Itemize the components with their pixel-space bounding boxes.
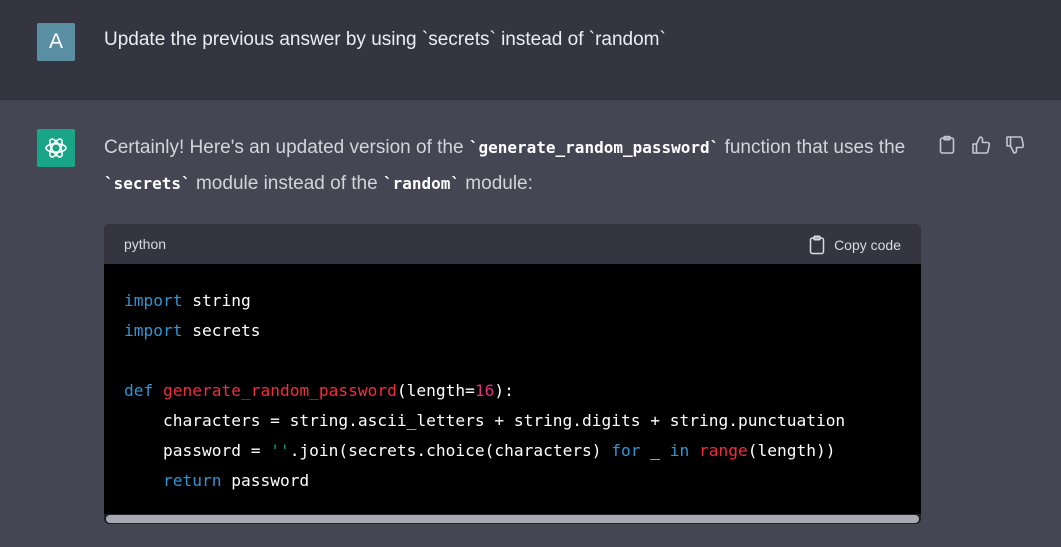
code-token: ): <box>494 381 514 400</box>
code-token: string <box>182 291 251 310</box>
code-token: import <box>124 291 183 310</box>
code-token: '' <box>270 441 290 460</box>
code-token: characters = string.ascii_letters + stri… <box>124 411 846 430</box>
code-token: (length= <box>396 381 475 400</box>
assistant-answer-text: Certainly! Here's an updated version of … <box>104 130 934 202</box>
code-token: in <box>669 441 690 460</box>
answer-text-part: function that uses the <box>719 137 906 158</box>
code-token: range <box>699 441 748 460</box>
code-line: import secrets <box>124 321 260 340</box>
assistant-avatar <box>37 129 75 167</box>
code-block: python Copy code import string import se… <box>104 224 921 524</box>
copy-code-label: Copy code <box>834 237 901 253</box>
code-line: characters = string.ascii_letters + stri… <box>124 411 845 430</box>
user-avatar: A <box>37 23 75 61</box>
code-content: import string import secrets def generat… <box>124 286 845 496</box>
code-token: _ <box>640 441 670 460</box>
code-line: password = ''.join(secrets.choice(charac… <box>124 441 836 460</box>
assistant-message-row: Certainly! Here's an updated version of … <box>0 100 1061 547</box>
openai-logo-icon <box>45 138 67 158</box>
code-token: .join(secrets.choice(characters) <box>289 441 612 460</box>
answer-text-part: module: <box>460 173 533 194</box>
code-token: for <box>611 441 641 460</box>
code-token: generate_random_password <box>163 381 397 400</box>
code-token: 16 <box>474 381 495 400</box>
code-token: import <box>124 321 183 340</box>
thumbs-down-icon[interactable] <box>1004 134 1026 156</box>
code-token: return <box>162 471 222 490</box>
inline-code-random: `random` <box>382 174 461 193</box>
thumbs-up-icon[interactable] <box>970 134 992 156</box>
code-block-header: python Copy code <box>104 224 921 264</box>
clipboard-icon <box>809 235 825 255</box>
answer-text-part: module instead of the <box>190 173 383 194</box>
clipboard-icon[interactable] <box>936 134 958 156</box>
code-line: def generate_random_password(length=16): <box>124 381 514 400</box>
message-actions <box>936 134 1032 156</box>
code-token: (length)) <box>747 441 836 460</box>
code-token: secrets <box>182 321 261 340</box>
code-line: import string <box>124 291 251 310</box>
user-message-text: Update the previous answer by using `sec… <box>104 29 666 50</box>
copy-code-button[interactable]: Copy code <box>808 234 901 256</box>
answer-text-part: Certainly! Here's an updated version of … <box>104 137 469 158</box>
code-token: password <box>221 471 310 490</box>
code-token: def <box>124 381 154 400</box>
scrollbar-thumb[interactable] <box>106 515 919 523</box>
inline-code-function: `generate_random_password` <box>468 138 720 157</box>
code-token: password = <box>124 441 271 460</box>
code-body: import string import secrets def generat… <box>104 264 921 524</box>
code-line: return password <box>124 471 309 490</box>
user-message-row: A Update the previous answer by using `s… <box>0 0 1061 100</box>
horizontal-scrollbar[interactable] <box>104 514 921 524</box>
code-language-label: python <box>124 236 167 252</box>
inline-code-secrets: `secrets` <box>104 174 191 193</box>
